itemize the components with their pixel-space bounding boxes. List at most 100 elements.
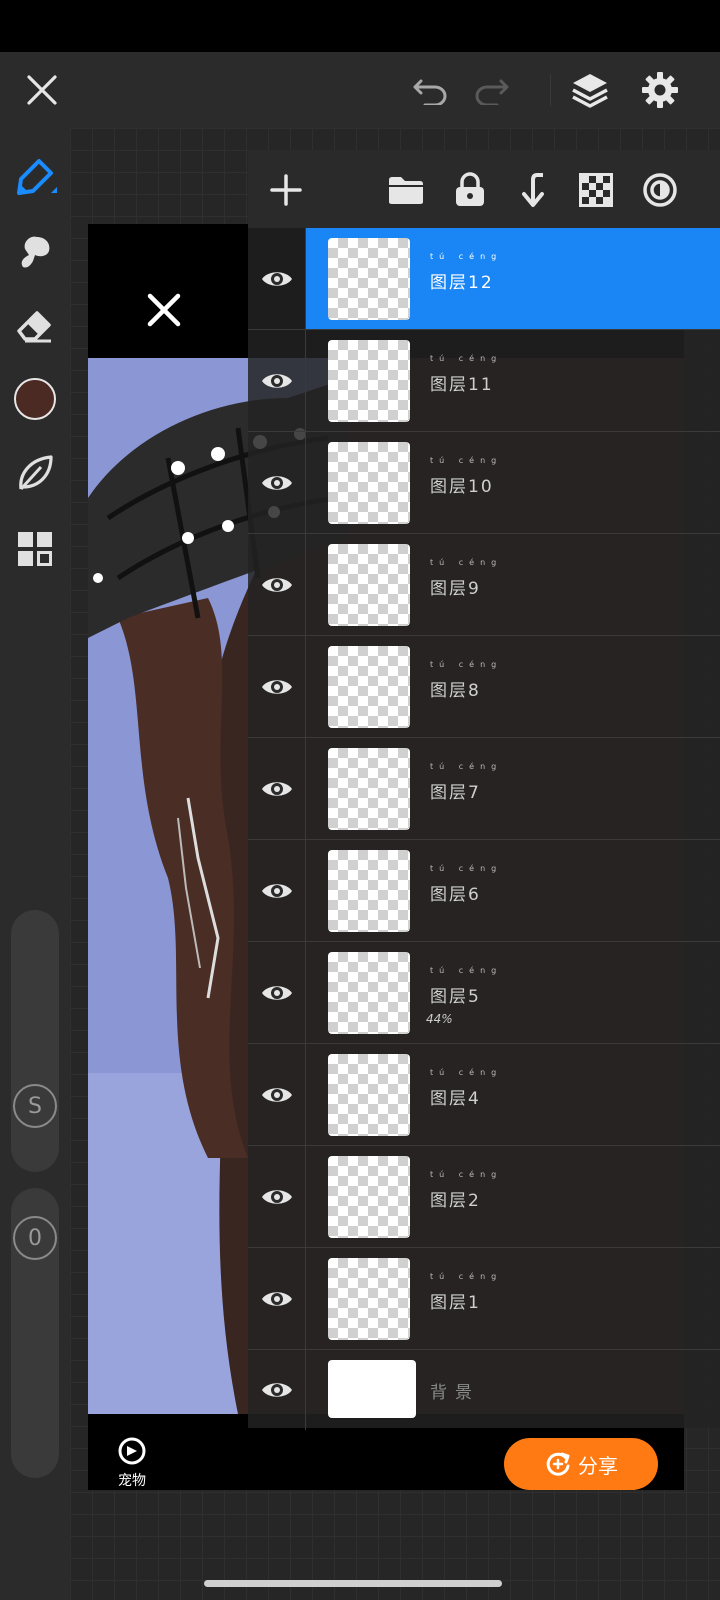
status-bar bbox=[0, 0, 720, 52]
color-swatch bbox=[14, 378, 56, 420]
layer-row[interactable]: tú céng 图层8 bbox=[248, 636, 720, 738]
layer-opacity: 44% bbox=[426, 1012, 453, 1026]
blend-icon bbox=[643, 173, 677, 207]
visibility-toggle[interactable] bbox=[248, 840, 306, 941]
visibility-toggle[interactable] bbox=[248, 1146, 306, 1247]
pet-button[interactable]: 宠物 bbox=[110, 1436, 154, 1490]
merge-down-button[interactable] bbox=[510, 166, 558, 214]
layer-name: 图层12 bbox=[430, 273, 494, 293]
layer-name: 背景 bbox=[430, 1383, 480, 1403]
smudge-icon bbox=[21, 236, 50, 268]
visibility-toggle[interactable] bbox=[248, 432, 306, 533]
size-slider-knob[interactable]: S bbox=[13, 1084, 57, 1128]
layer-name: 图层1 bbox=[430, 1293, 481, 1313]
new-folder-button[interactable] bbox=[382, 166, 430, 214]
smudge-tool[interactable] bbox=[10, 226, 60, 276]
visibility-toggle[interactable] bbox=[248, 1044, 306, 1145]
color-picker[interactable] bbox=[10, 374, 60, 424]
opacity-slider-knob[interactable]: 0 bbox=[13, 1216, 57, 1260]
layer-thumbnail bbox=[328, 850, 410, 932]
layer-thumbnail bbox=[328, 544, 410, 626]
layer-name: 图层7 bbox=[430, 783, 481, 803]
layers-button[interactable] bbox=[566, 66, 614, 114]
eraser-icon bbox=[17, 311, 51, 343]
close-button[interactable] bbox=[18, 66, 66, 114]
layer-name: 图层5 bbox=[430, 987, 481, 1007]
pet-label: 宠物 bbox=[118, 1473, 146, 1489]
redo-button[interactable] bbox=[468, 66, 516, 114]
layer-row[interactable]: tú céng 图层11 bbox=[248, 330, 720, 432]
add-layer-button[interactable] bbox=[262, 166, 310, 214]
visibility-toggle[interactable] bbox=[248, 1248, 306, 1349]
layer-name-ruby: tú céng bbox=[430, 1068, 503, 1077]
layer-name-ruby: tú céng bbox=[430, 966, 503, 975]
layer-row[interactable]: tú céng 图层6 bbox=[248, 840, 720, 942]
texture-tool[interactable] bbox=[10, 448, 60, 498]
eye-icon bbox=[261, 679, 292, 694]
leaf-icon bbox=[19, 455, 53, 491]
close-icon bbox=[147, 293, 181, 327]
layer-thumbnail bbox=[328, 238, 410, 320]
visibility-toggle[interactable] bbox=[248, 636, 306, 737]
eye-icon bbox=[261, 1189, 292, 1204]
layer-panel: tú céng 图层12 tú céng 图层11 tú céng 图层10 tú céng… bbox=[248, 150, 720, 1430]
transparency-icon bbox=[579, 173, 613, 207]
eye-icon bbox=[261, 271, 292, 286]
add-icon bbox=[270, 174, 302, 206]
size-slider[interactable] bbox=[11, 910, 59, 1172]
layer-row[interactable]: tú céng 图层12 bbox=[248, 228, 720, 330]
eye-icon bbox=[261, 985, 292, 1000]
layer-row[interactable]: tú céng 图层1 bbox=[248, 1248, 720, 1350]
home-indicator bbox=[204, 1580, 502, 1587]
eraser-tool[interactable] bbox=[10, 300, 60, 350]
visibility-toggle[interactable] bbox=[248, 228, 306, 329]
brush-icon bbox=[17, 159, 57, 195]
layer-row[interactable]: tú céng 图层9 bbox=[248, 534, 720, 636]
undo-icon bbox=[413, 79, 447, 105]
layer-name-ruby: tú céng bbox=[430, 660, 503, 669]
visibility-toggle[interactable] bbox=[248, 534, 306, 635]
visibility-toggle[interactable] bbox=[248, 942, 306, 1043]
share-button[interactable]: 分享 bbox=[504, 1438, 658, 1490]
pet-icon bbox=[118, 1437, 146, 1465]
layer-name-ruby: tú céng bbox=[430, 354, 503, 363]
eye-icon bbox=[261, 781, 292, 796]
toolbar-divider bbox=[550, 74, 551, 106]
layer-thumbnail bbox=[328, 748, 410, 830]
eye-icon bbox=[261, 1291, 292, 1306]
layer-name-ruby: tú céng bbox=[430, 456, 503, 465]
layer-row[interactable]: tú céng 图层10 bbox=[248, 432, 720, 534]
undo-button[interactable] bbox=[406, 66, 454, 114]
grid-icon bbox=[18, 532, 52, 566]
layer-thumbnail bbox=[328, 646, 410, 728]
layer-name: 图层10 bbox=[430, 477, 494, 497]
settings-button[interactable] bbox=[636, 66, 684, 114]
layer-row[interactable]: tú céng 图层7 bbox=[248, 738, 720, 840]
eye-icon bbox=[261, 373, 292, 388]
lock-layer-button[interactable] bbox=[446, 166, 494, 214]
layer-thumbnail bbox=[328, 442, 410, 524]
layer-row[interactable]: tú céng 图层5 44% bbox=[248, 942, 720, 1044]
share-label: 分享 bbox=[578, 1453, 618, 1478]
eye-icon bbox=[261, 475, 292, 490]
brush-tool[interactable] bbox=[10, 152, 60, 202]
artwork-close-button[interactable] bbox=[140, 286, 188, 334]
top-bar bbox=[0, 52, 720, 128]
layer-row[interactable]: tú céng 图层2 bbox=[248, 1146, 720, 1248]
share-icon bbox=[546, 1452, 570, 1476]
eye-icon bbox=[261, 577, 292, 592]
visibility-toggle[interactable] bbox=[248, 738, 306, 839]
layer-row[interactable]: 背景 bbox=[248, 1350, 720, 1430]
blend-mode-button[interactable] bbox=[636, 166, 684, 214]
layer-thumbnail bbox=[328, 1054, 410, 1136]
layer-row[interactable]: tú céng 图层4 bbox=[248, 1044, 720, 1146]
merge-down-icon bbox=[522, 173, 544, 207]
layer-thumbnail bbox=[328, 1156, 410, 1238]
visibility-toggle[interactable] bbox=[248, 330, 306, 431]
visibility-toggle[interactable] bbox=[248, 1350, 306, 1430]
transparency-lock-button[interactable] bbox=[572, 166, 620, 214]
layer-name: 图层8 bbox=[430, 681, 481, 701]
left-toolbar: S 0 bbox=[0, 128, 70, 1600]
more-tools[interactable] bbox=[10, 524, 60, 574]
layer-thumbnail bbox=[328, 1360, 416, 1418]
